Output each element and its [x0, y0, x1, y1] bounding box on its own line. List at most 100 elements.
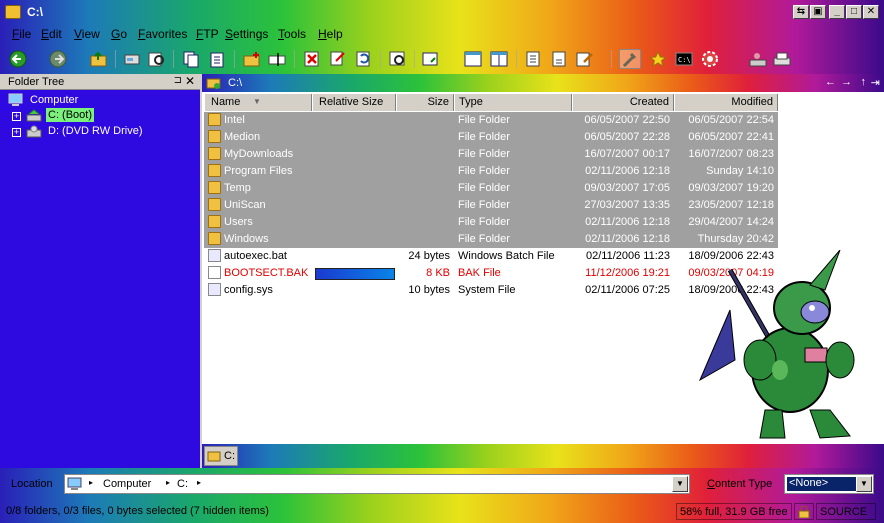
- file-type: File Folder: [458, 148, 510, 160]
- new-folder-icon[interactable]: [241, 49, 263, 69]
- lock-panel[interactable]: [794, 503, 814, 520]
- relative-size-bar: [315, 268, 395, 280]
- file-created: 02/11/2006 12:18: [585, 216, 670, 228]
- paste-icon[interactable]: [206, 49, 228, 69]
- file-type: Windows Batch File: [458, 250, 555, 262]
- menu-ftp[interactable]: FTP: [196, 27, 219, 41]
- expand-icon[interactable]: +: [12, 128, 21, 137]
- file-modified: 29/04/2007 14:24: [688, 216, 774, 228]
- single-pane-icon[interactable]: [462, 49, 484, 69]
- up-folder-icon[interactable]: [87, 49, 109, 69]
- close-panel-icon[interactable]: ✕: [185, 74, 195, 88]
- menu-file[interactable]: File: [12, 27, 31, 41]
- crumb-c-drive[interactable]: C:: [177, 478, 188, 490]
- col-created[interactable]: Created: [572, 94, 674, 111]
- forward-icon[interactable]: [47, 49, 69, 69]
- file-row[interactable]: Intel File Folder 06/05/2007 22:50 06/05/20…: [204, 112, 778, 129]
- favorites-star-icon[interactable]: [647, 49, 669, 69]
- nav-up-icon[interactable]: ↑: [861, 76, 867, 88]
- restore-small-button[interactable]: ⇆: [793, 5, 809, 19]
- file-row[interactable]: UniScan File Folder 27/03/2007 13:35 23/05/…: [204, 197, 778, 214]
- svg-text:C:\: C:\: [678, 56, 691, 64]
- properties-icon[interactable]: [387, 49, 409, 69]
- folder-tree-title: Folder Tree: [8, 76, 65, 88]
- checksum-icon[interactable]: [522, 49, 544, 69]
- col-size[interactable]: Size: [396, 94, 454, 111]
- copy-icon[interactable]: [180, 49, 202, 69]
- col-modified-label: Modified: [731, 96, 773, 108]
- folder-icon: [208, 164, 221, 177]
- file-row[interactable]: Users File Folder 02/11/2006 12:18 29/04/20…: [204, 214, 778, 231]
- settings-gear-icon[interactable]: [699, 49, 721, 69]
- folder-icon: [208, 147, 221, 160]
- nav-left-icon[interactable]: ←: [825, 76, 836, 88]
- col-modified[interactable]: Modified: [674, 94, 778, 111]
- menu-view[interactable]: View: [74, 27, 100, 41]
- col-type[interactable]: Type: [454, 94, 572, 111]
- dual-pane-icon[interactable]: [488, 49, 510, 69]
- file-row[interactable]: Temp File Folder 09/03/2007 17:05 09/03/200…: [204, 180, 778, 197]
- file-row[interactable]: MyDownloads File Folder 16/07/2007 00:17 16…: [204, 146, 778, 163]
- map-drive-icon[interactable]: [121, 49, 143, 69]
- computer-icon: [8, 93, 23, 106]
- undo-icon[interactable]: [353, 49, 375, 69]
- file-icon: [208, 266, 221, 279]
- tools-icon[interactable]: [619, 49, 641, 69]
- col-relative-size-label: Relative Size: [319, 96, 384, 108]
- menu-edit[interactable]: Edit: [41, 27, 62, 41]
- menu-settings[interactable]: Settings: [225, 27, 268, 41]
- tab-bar: C:: [202, 444, 884, 468]
- expand-icon[interactable]: +: [12, 112, 21, 121]
- tree-item-d-drive[interactable]: + D: (DVD RW Drive): [12, 124, 198, 140]
- tab-c-drive[interactable]: C:: [204, 446, 238, 466]
- pin-button[interactable]: ▣: [810, 5, 826, 19]
- printer-icon[interactable]: [771, 49, 793, 69]
- command-prompt-icon[interactable]: C:\: [673, 49, 695, 69]
- file-name: MyDownloads: [224, 148, 294, 160]
- file-row[interactable]: Medion File Folder 06/05/2007 22:28 06/05/2…: [204, 129, 778, 146]
- file-created: 02/11/2006 12:18: [585, 233, 670, 245]
- minimize-button[interactable]: _: [829, 5, 845, 19]
- tab-label: C:: [224, 450, 235, 462]
- file-row[interactable]: Windows File Folder 02/11/2006 12:18 Thursd…: [204, 231, 778, 248]
- view-mode-icon[interactable]: [420, 49, 442, 69]
- location-input[interactable]: ▸ Computer ▸ C: ▸ ▼: [64, 474, 690, 494]
- network-user-icon[interactable]: [747, 49, 769, 69]
- col-name[interactable]: Name ▼: [204, 94, 312, 111]
- path-bar: C:\ ← → ↑ ⇥: [202, 74, 884, 92]
- splitter[interactable]: [200, 74, 202, 468]
- menu-favorites[interactable]: Favorites: [138, 27, 187, 41]
- file-type: File Folder: [458, 114, 510, 126]
- file-created: 27/03/2007 13:35: [584, 199, 670, 211]
- file-name: Windows: [224, 233, 269, 245]
- rename-icon[interactable]: [266, 49, 288, 69]
- maximize-button[interactable]: □: [846, 5, 862, 19]
- tree-item-c-drive[interactable]: + C: (Boot): [12, 108, 198, 124]
- source-panel[interactable]: SOURCE: [816, 503, 876, 520]
- file-size: 10 bytes: [408, 284, 450, 296]
- crumb-computer[interactable]: Computer: [103, 478, 151, 490]
- content-type-dropdown-icon[interactable]: ▼: [856, 476, 872, 492]
- batch-file-icon: [208, 249, 221, 262]
- document-icon[interactable]: [548, 49, 570, 69]
- location-dropdown-icon[interactable]: ▼: [672, 476, 688, 492]
- menu-help[interactable]: Help: [318, 27, 343, 41]
- move-to-icon[interactable]: [327, 49, 349, 69]
- content-type-select[interactable]: <None> ▼: [784, 474, 874, 494]
- folder-icon: [208, 130, 221, 143]
- close-button[interactable]: ✕: [863, 5, 879, 19]
- file-modified: Sunday 14:10: [706, 165, 774, 177]
- nav-right-icon[interactable]: →: [841, 76, 852, 88]
- find-icon[interactable]: [145, 49, 167, 69]
- delete-icon[interactable]: [301, 49, 323, 69]
- edit-note-icon[interactable]: [574, 49, 596, 69]
- col-created-label: Created: [629, 96, 669, 108]
- col-relative-size[interactable]: Relative Size: [312, 94, 396, 111]
- pin-icon[interactable]: ⊐: [174, 75, 182, 86]
- file-row[interactable]: Program Files File Folder 02/11/2006 12:18…: [204, 163, 778, 180]
- menu-go[interactable]: Go: [111, 27, 127, 41]
- file-name: Users: [224, 216, 253, 228]
- back-icon[interactable]: [7, 49, 29, 69]
- nav-go-icon[interactable]: ⇥: [871, 76, 880, 89]
- menu-tools[interactable]: Tools: [278, 27, 306, 41]
